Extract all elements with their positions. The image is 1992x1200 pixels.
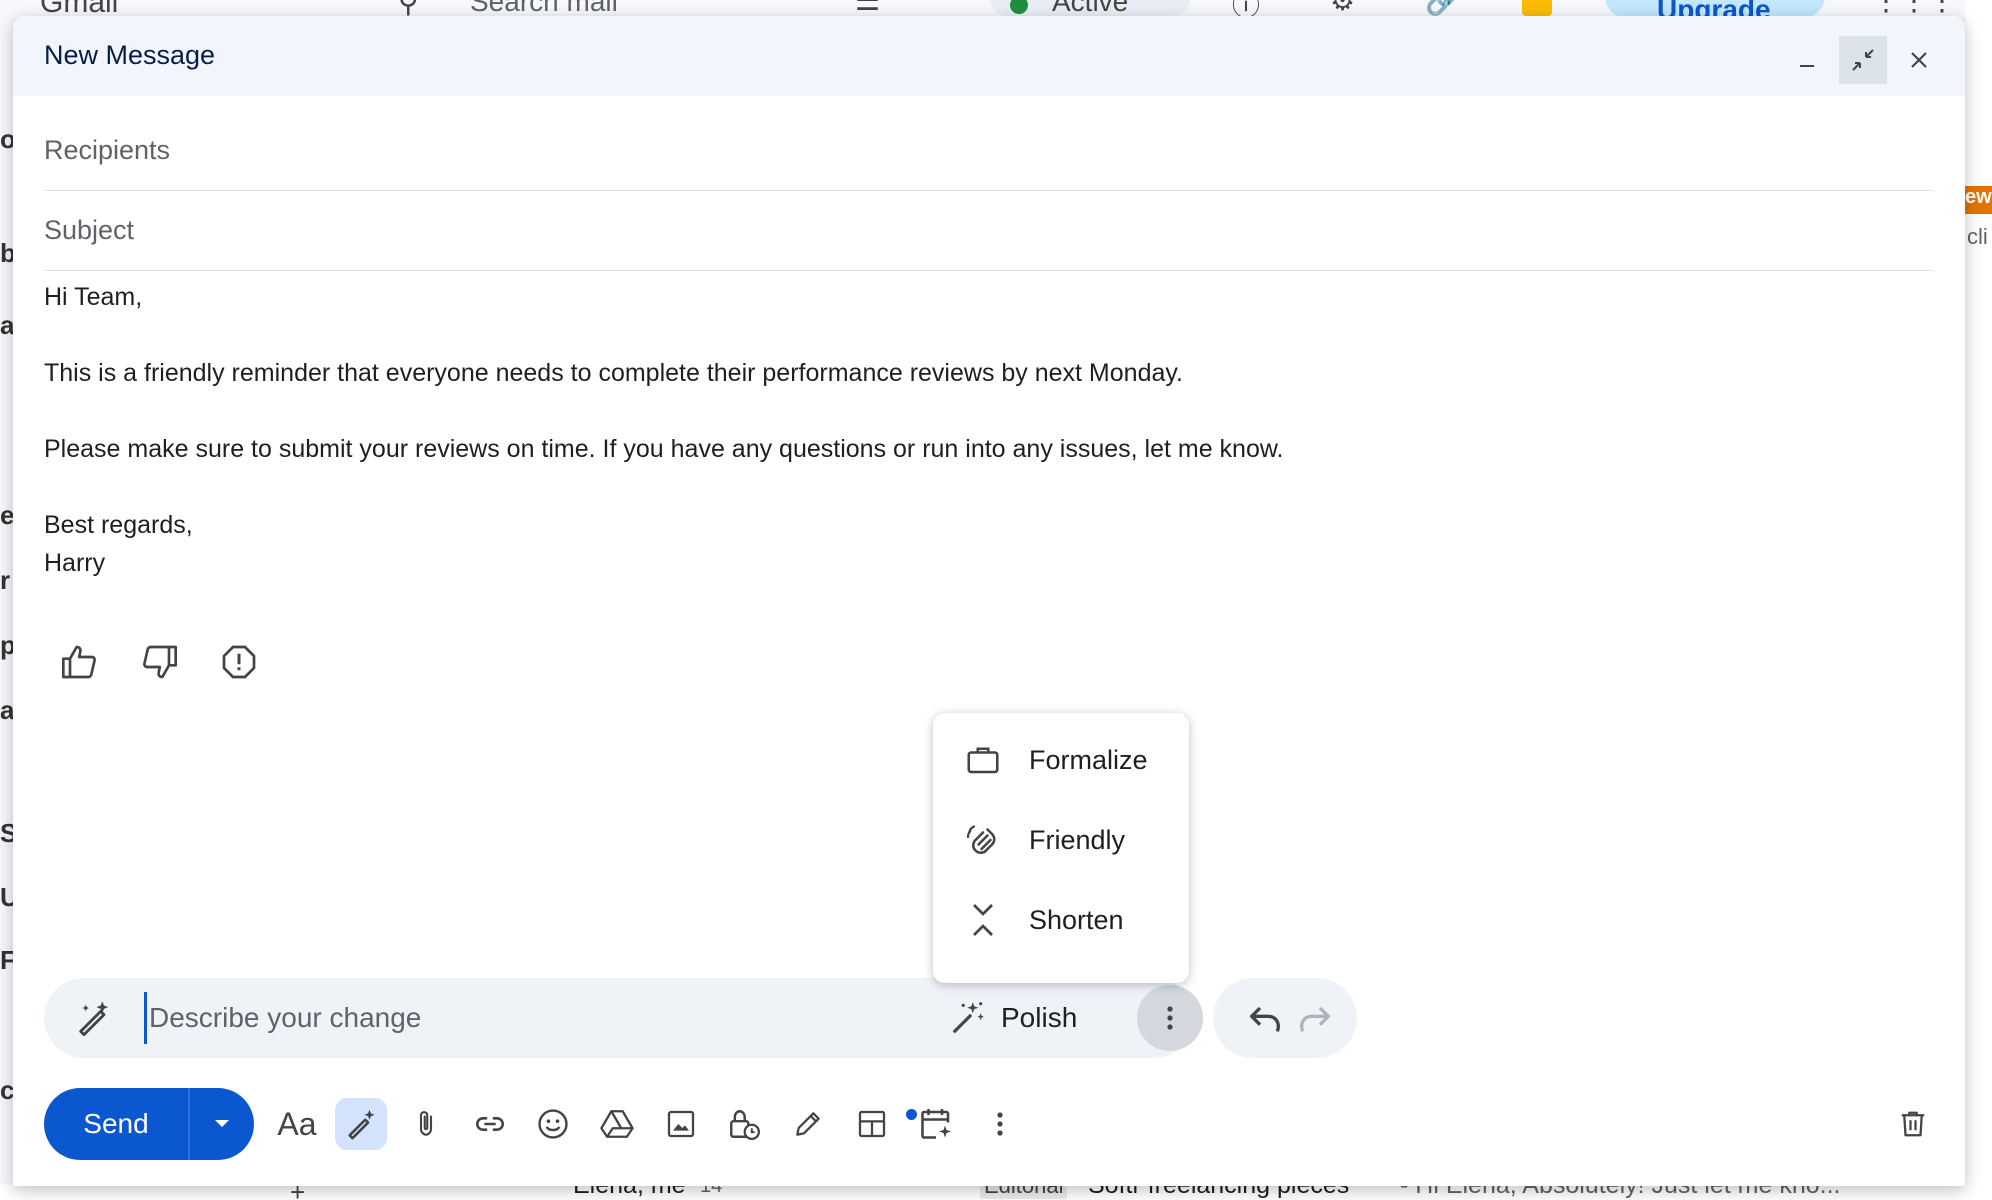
snippet-fragment: cli: [1967, 224, 1988, 249]
body-signature: Harry: [44, 549, 106, 577]
help-me-write-button[interactable]: [335, 1098, 387, 1150]
pen-sparkle-icon: [348, 1109, 375, 1140]
report-icon: [222, 645, 256, 679]
more-options-button[interactable]: [974, 1098, 1026, 1150]
exit-fullscreen-icon: [1852, 49, 1874, 71]
menu-item-label: Formalize: [1029, 744, 1148, 775]
email-count: 14: [700, 1185, 723, 1197]
insert-link-button[interactable]: [464, 1098, 516, 1150]
refine-menu: Formalize Friendly Shorten: [933, 713, 1189, 983]
recipients-input[interactable]: [44, 111, 1934, 190]
layouts-button[interactable]: [846, 1098, 898, 1150]
discard-draft-button[interactable]: [1887, 1098, 1939, 1150]
menu-item-label: Friendly: [1029, 824, 1126, 855]
subject-input[interactable]: [44, 191, 1934, 270]
layout-icon: [858, 1110, 886, 1138]
paperclip-icon: [419, 1111, 433, 1136]
close-icon: [1911, 52, 1927, 68]
body-closing: Best regards,: [44, 511, 193, 539]
link-icon[interactable]: 🔗: [1425, 0, 1460, 17]
compose-window: New Message Hi Team, This is a friendly …: [13, 16, 1965, 1186]
pen-icon: [796, 1112, 820, 1136]
settings-icon[interactable]: ⚙: [1330, 0, 1355, 17]
redo-icon[interactable]: [1295, 998, 1335, 1038]
apps-grid-icon[interactable]: ⋮⋮⋮: [1872, 0, 1956, 17]
exit-fullscreen-button[interactable]: [1839, 36, 1887, 84]
trash-icon: [1901, 1111, 1925, 1137]
insert-emoji-button[interactable]: [527, 1098, 579, 1150]
polish-button[interactable]: Polish: [949, 992, 1077, 1044]
attach-files-button[interactable]: [400, 1098, 452, 1150]
left-sidebar-background: o b a e p r a S U F c: [0, 0, 19, 1200]
email-label: Editorial: [980, 1185, 1068, 1199]
insert-signature-button[interactable]: [782, 1098, 834, 1150]
lock-clock-icon: [730, 1110, 761, 1141]
menu-item-shorten[interactable]: Shorten: [933, 880, 1189, 960]
message-body[interactable]: Hi Team, This is a friendly reminder tha…: [44, 278, 1284, 582]
email-row-background[interactable]: + Elena, me 14 Editorial Softr freelanci…: [0, 1185, 1992, 1200]
refine-bar: Polish: [44, 978, 1203, 1058]
menu-item-label: Shorten: [1029, 904, 1124, 935]
link-icon: [475, 1117, 505, 1131]
close-button[interactable]: [1895, 36, 1943, 84]
send-options-button[interactable]: [190, 1088, 254, 1160]
compose-plus-icon[interactable]: +: [290, 1185, 305, 1200]
more-vert-icon: [997, 1112, 1003, 1136]
gemini-icon[interactable]: [1522, 0, 1552, 16]
label-badge: ew: [1965, 186, 1992, 214]
email-subject: Softr freelancing pieces: [1088, 1185, 1350, 1199]
thumbs-up-icon: [62, 645, 96, 679]
insert-drive-button[interactable]: [591, 1098, 643, 1150]
compose-title: New Message: [44, 40, 216, 70]
formatting-icon: Aa: [277, 1105, 317, 1142]
body-greeting: Hi Team,: [44, 283, 143, 311]
right-list-background: ew cli: [1965, 0, 1992, 1200]
email-snippet: - Hi Elena, Absolutely! Just let me kno.…: [1400, 1185, 1841, 1199]
status-dot-icon: [1010, 0, 1028, 14]
image-icon: [667, 1110, 695, 1138]
confidential-mode-button[interactable]: [718, 1098, 770, 1150]
describe-change-input[interactable]: [144, 992, 904, 1044]
minimize-icon: [1800, 65, 1814, 67]
compose-titlebar[interactable]: New Message: [13, 16, 1965, 96]
search-options-icon[interactable]: ☰: [855, 0, 880, 17]
report-button[interactable]: [211, 634, 267, 690]
undo-icon[interactable]: [1245, 998, 1285, 1038]
chevron-down-icon: [215, 1120, 229, 1127]
refine-more-options-button[interactable]: [1137, 985, 1203, 1051]
thumbs-down-icon: [143, 645, 178, 679]
briefcase-icon: [967, 747, 999, 774]
recipients-field[interactable]: [44, 111, 1934, 191]
body-line-2: Please make sure to submit your reviews …: [44, 435, 1284, 463]
status-pill[interactable]: Active: [990, 0, 1190, 17]
undo-redo-group: [1213, 978, 1357, 1058]
menu-item-friendly[interactable]: Friendly: [933, 800, 1189, 880]
more-vert-icon: [1167, 1006, 1173, 1030]
schedule-send-button[interactable]: [910, 1098, 962, 1150]
pen-sparkle-icon: [79, 1001, 109, 1037]
body-line-1: This is a friendly reminder that everyon…: [44, 359, 1183, 387]
calendar-sparkle-icon: [921, 1109, 951, 1139]
email-sender: Elena, me: [573, 1185, 686, 1199]
magic-wand-icon: [952, 1002, 984, 1034]
shorten-icon: [973, 904, 993, 936]
thumbs-up-button[interactable]: [52, 634, 108, 690]
subject-field[interactable]: [44, 191, 1934, 271]
send-button-group: Send: [44, 1088, 254, 1160]
thumbs-down-button[interactable]: [131, 634, 187, 690]
send-button[interactable]: Send: [44, 1088, 188, 1160]
formatting-options-button[interactable]: Aa: [271, 1098, 323, 1150]
drive-icon: [600, 1110, 634, 1138]
menu-item-formalize[interactable]: Formalize: [933, 720, 1189, 800]
sidebar-fragment: r: [0, 565, 11, 595]
insert-photo-button[interactable]: [655, 1098, 707, 1150]
minimize-button[interactable]: [1783, 36, 1831, 84]
wave-hand-icon: [966, 825, 996, 855]
polish-label: Polish: [1001, 1002, 1078, 1033]
emoji-icon: [538, 1109, 568, 1139]
